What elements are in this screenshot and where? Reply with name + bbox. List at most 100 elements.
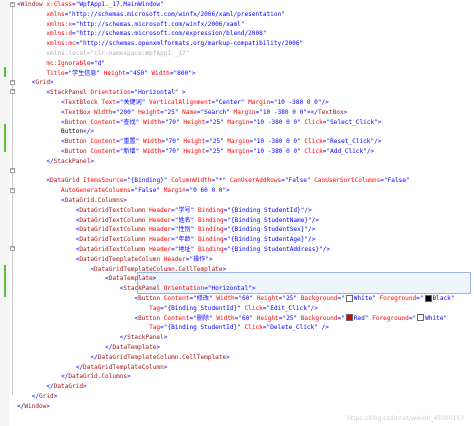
code-line[interactable]: Tag="{Binding StudentId}" Click="Delete_… [17,323,329,333]
code-line[interactable]: AutoGenerateColumns="False" Margin="0 60… [17,186,230,196]
code-line[interactable]: </DataGrid.Columns> [17,372,131,382]
code-line[interactable]: </Window> [17,402,50,412]
code-line[interactable]: </StackPanel> [17,333,168,343]
code-token: Content [160,295,190,302]
code-token: "/> [308,216,320,224]
code-editor[interactable]: <Window x:Class="WpfApp1._17.MainWindow"… [17,0,474,426]
code-token: Margin [160,187,186,195]
code-line[interactable]: xmlns="http://schemas.microsoft.com/winf… [17,10,285,20]
code-token: "/> [319,246,331,253]
code-line[interactable]: <DataGridTextColumn Header="姓名" Binding=… [17,216,319,226]
code-token: > [46,402,51,410]
code-token: </ [17,383,54,391]
code-token: http://schemas.microsoft.com/winfx/2006/… [79,20,241,28]
code-token: Margin [229,108,256,116]
code-token: =" [112,108,120,116]
code-token: </ [17,157,54,165]
code-token: < [17,265,95,273]
code-token: > [343,108,348,116]
code-token: {Binding StudentId} [231,206,301,214]
code-token: =" [161,148,169,155]
code-line[interactable]: <DataGrid.Columns> [17,196,127,206]
fold-toggle-icon[interactable]: − [10,168,15,173]
fold-toggle-icon[interactable]: − [10,246,15,251]
code-token: Foreground [368,314,409,322]
code-line[interactable]: </DataGridTemplateColumn.CellTemplate> [17,353,229,363]
code-line[interactable]: xmlns:local="clr-namespace:WpfApp1._17" [17,49,189,59]
code-line[interactable]: <Button Content="删除" Width="60" Height="… [17,314,447,324]
code-line[interactable]: <Button Content="重置" Width="70" Height="… [17,137,381,147]
fold-toggle-icon[interactable]: − [10,188,15,193]
code-line[interactable]: </Grid> [17,392,58,402]
code-token: > [90,157,95,165]
code-token: xmlns:local="clr-namespace:WpfApp1._17" [17,50,190,57]
code-token: Orientation [86,89,131,97]
code-token: 年龄 [178,236,191,244]
code-line[interactable]: <Button Content="修改" Width="60" Height="… [17,294,455,304]
code-token: =" [123,177,131,185]
code-token: Height [134,108,161,116]
code-token: DataGrid [50,177,80,185]
code-line[interactable]: <Button Content="查找" Width="70" Height="… [17,118,381,128]
code-line[interactable]: <DataTemplate> [17,274,156,284]
code-token: 10 -380 0 0 [262,108,304,116]
code-token: </ [17,334,128,342]
code-token: CanUserAddRows [226,177,282,185]
code-line[interactable]: <TextBlock Text="关键词" VerticalAlignment=… [17,98,329,108]
code-line[interactable]: Tag="{Binding StudentId}" Click="Edit_Cl… [17,304,318,314]
code-line[interactable]: <DataGridTemplateColumn.CellTemplate> [17,265,226,275]
code-line[interactable]: <StackPanel Orientation="Horizontal"> [17,284,256,294]
code-token: =" [189,314,197,322]
code-token: VerticalAlignment [145,99,212,106]
code-line[interactable]: <TextBox Width="200" Height="25" Name="S… [17,108,347,118]
code-token: Header [145,236,172,244]
code-token: > [156,344,161,351]
code-token: {Binding StudentName} [231,216,309,224]
code-line[interactable]: <Button Content="新增" Width="70" Height="… [17,147,374,157]
code-line[interactable]: </DataGridTemplateColumn> [17,363,168,373]
code-token: =" [249,148,257,155]
code-line[interactable]: <DataGridTextColumn Header="学号" Binding=… [17,206,312,216]
code-line[interactable]: <Grid> [17,78,54,88]
code-token: =" [234,295,243,302]
code-line[interactable]: </DataGrid> [17,382,86,392]
code-token: =" [205,138,213,146]
code-token: < [17,216,80,224]
code-line[interactable]: </DataTemplate> [17,343,160,353]
code-line[interactable]: mc:Ignorable="d" [17,59,105,69]
code-token: < [17,314,139,322]
code-token: Height [179,148,206,155]
code-token: < [17,99,65,106]
code-line[interactable]: Title="学生信息" Height="450" Width="800"> [17,69,195,79]
code-token: > [90,128,95,136]
code-token: Margin [223,118,250,126]
code-line[interactable]: xmlns:d="http://schemas.microsoft.com/ex… [17,29,266,39]
code-token: 450 [133,69,145,77]
code-token: WpfApp1._17.MainWindow [79,1,161,8]
code-token: " > [174,89,186,97]
code-line[interactable]: xmlns:mc="http://schemas.openxmlformats.… [17,39,303,49]
code-token: Button [64,138,87,146]
code-token: Button [138,295,161,302]
code-token: 25 [212,138,221,146]
code-line[interactable]: <DataGrid ItemsSource="{Binding}" Column… [17,176,409,186]
code-line[interactable]: <DataGridTemplateColumn Header="操作"> [17,255,213,265]
fold-toggle-icon[interactable]: − [10,80,15,85]
code-token: =" [161,138,169,146]
code-line[interactable]: <Window x:Class="WpfApp1._17.MainWindow" [17,0,164,10]
code-token: < [17,255,80,263]
code-token: 查找 [123,118,136,126]
code-line[interactable]: <DataGridTextColumn Header="性别" Binding=… [17,225,316,235]
code-line[interactable]: <DataGridTextColumn Header="地址" Binding=… [17,245,330,255]
fold-toggle-icon[interactable]: − [10,89,15,94]
code-token: </ [17,353,98,361]
code-line[interactable]: Button</> [17,127,94,137]
code-line[interactable]: <StackPanel Orientation="Horizontal" > [17,88,186,98]
code-token: Add_Click [330,148,364,155]
code-token: White [425,314,444,322]
code-line[interactable]: </StackPanel> [17,157,94,167]
code-line[interactable]: xmlns:x="http://schemas.microsoft.com/wi… [17,20,244,30]
code-line[interactable]: <DataGridTextColumn Header="年龄" Binding=… [17,235,316,245]
code-token: 10 -380 0 0 [256,148,298,155]
fold-toggle-icon[interactable]: − [10,2,15,7]
